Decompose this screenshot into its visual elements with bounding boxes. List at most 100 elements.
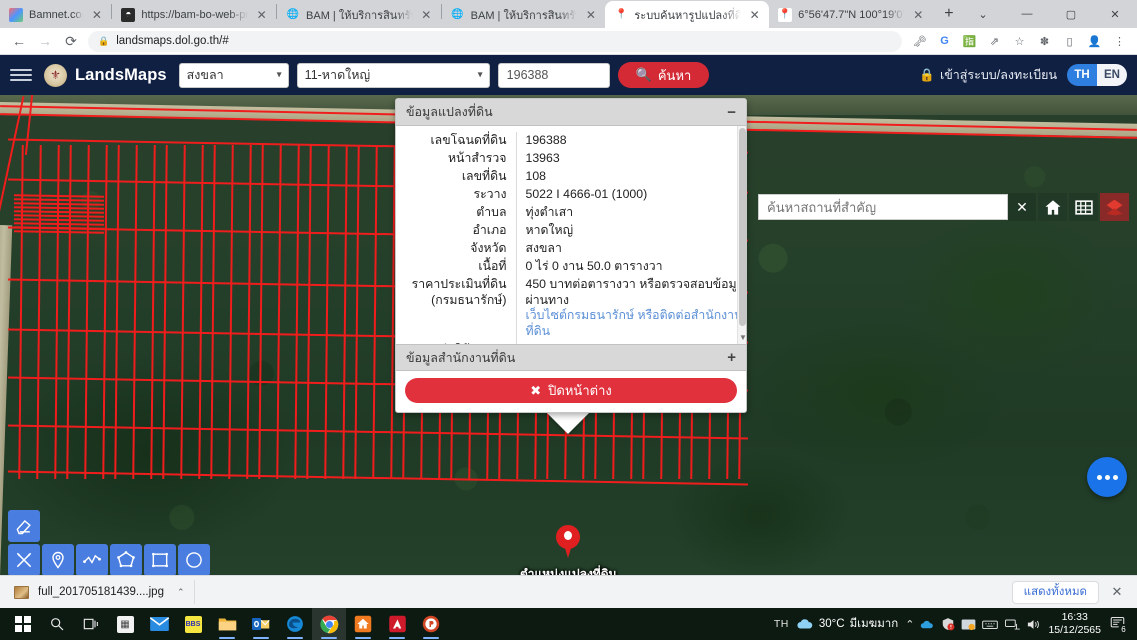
polyline-tool-button[interactable] xyxy=(76,544,108,575)
photo-tray-icon[interactable] xyxy=(961,618,976,631)
rectangle-tool-button[interactable] xyxy=(144,544,176,575)
download-item[interactable]: full_201705181439....jpg ⌃ xyxy=(10,580,195,604)
tab-close-icon[interactable]: ✕ xyxy=(254,7,269,22)
search-button[interactable]: 🔍 ค้นหา xyxy=(617,62,710,88)
scroll-down-icon[interactable]: ▼ xyxy=(739,333,746,342)
edge-icon xyxy=(287,616,303,632)
notification-center-button[interactable]: 6 xyxy=(1108,615,1129,635)
land-office-section-header[interactable]: ข้อมูลสำนักงานที่ดิน + xyxy=(396,344,746,371)
clock[interactable]: 16:33 15/12/2565 xyxy=(1048,611,1101,637)
mail-app-button[interactable] xyxy=(142,608,176,640)
collapse-icon[interactable]: − xyxy=(727,105,736,120)
hamburger-menu-icon[interactable] xyxy=(10,69,32,81)
parcel-info-section-header[interactable]: ข้อมูลแปลงที่ดิน − xyxy=(396,99,746,126)
province-select-wrapper[interactable]: สงขลา xyxy=(178,62,289,88)
home-app-button[interactable] xyxy=(346,608,380,640)
parcel-boundary-line xyxy=(13,198,105,202)
login-link[interactable]: 🔒 เข้าสู่ระบบ/ลงทะเบียน xyxy=(919,65,1057,85)
treasury-website-link[interactable]: เว็บไซต์กรมธนารักษ์ หรือติดต่อสำนักงานที… xyxy=(526,308,747,339)
province-select[interactable]: สงขลา xyxy=(178,62,289,88)
tab-close-icon[interactable]: ✕ xyxy=(911,7,926,22)
reload-icon[interactable]: ⟳ xyxy=(58,28,84,54)
chevron-up-icon[interactable]: ⌃ xyxy=(177,587,185,598)
clear-search-icon[interactable]: ✕ xyxy=(1008,193,1036,221)
password-key-icon[interactable]: 🗝 xyxy=(908,30,931,53)
maximize-button[interactable]: ▢ xyxy=(1049,0,1093,28)
new-tab-button[interactable]: + xyxy=(937,1,961,27)
browser-tab[interactable]: 📍 6°56'47.7"N 100°19'07.7"E ✕ xyxy=(769,1,933,28)
show-all-downloads-button[interactable]: แสดงทั้งหมด xyxy=(1011,580,1099,604)
extensions-icon[interactable]: ✽ xyxy=(1033,30,1056,53)
language-switch[interactable]: TH EN xyxy=(1067,64,1127,86)
browser-tab[interactable]: 🌐 BAM | ให้บริการสินทรัพย์ด้าน ✕ xyxy=(441,1,606,28)
minimize-button[interactable]: — xyxy=(1005,0,1049,28)
point-tool-button[interactable] xyxy=(42,544,74,575)
browser-tab[interactable]: Bamnet.com ✕ xyxy=(0,1,112,28)
price-label-line2: (กรมธนารักษ์) xyxy=(431,292,507,307)
browser-tab[interactable]: ◓ https://bam-bo-web-prd.b ✕ xyxy=(112,1,277,28)
bookmark-star-icon[interactable]: ☆ xyxy=(1008,30,1031,53)
chrome-app-button[interactable] xyxy=(312,608,346,640)
side-panel-icon[interactable]: ▯ xyxy=(1058,30,1081,53)
polygon-tool-button[interactable] xyxy=(110,544,142,575)
forward-icon[interactable]: → xyxy=(32,28,58,54)
browser-tab-active[interactable]: 📍 ระบบค้นหารูปแปลงที่ดิน (Lands ✕ xyxy=(605,1,770,28)
profile-icon[interactable]: 👤 xyxy=(1083,30,1106,53)
measure-tool-button[interactable] xyxy=(8,544,40,575)
home-extent-button[interactable] xyxy=(1038,193,1067,221)
share-icon[interactable]: ⇗ xyxy=(983,30,1006,53)
tab-list-icon[interactable]: ⌄ xyxy=(961,0,1005,28)
edge-app-button[interactable] xyxy=(278,608,312,640)
browser-menu-icon[interactable]: ⋮ xyxy=(1108,30,1131,53)
tab-close-icon[interactable]: ✕ xyxy=(583,7,598,22)
weather-widget[interactable]: 30°C มีเมฆมาก xyxy=(796,615,898,633)
powerpoint-icon xyxy=(422,615,440,633)
close-window-button[interactable]: ✕ xyxy=(1093,0,1137,28)
keyboard-icon[interactable] xyxy=(982,619,999,630)
search-button[interactable] xyxy=(40,608,74,640)
close-window-button[interactable]: ✖ ปิดหน้าต่าง xyxy=(405,378,737,403)
google-icon[interactable]: G xyxy=(933,30,956,53)
floating-action-button[interactable] xyxy=(1087,457,1127,497)
parcel-boundary-line xyxy=(132,145,138,479)
volume-icon[interactable] xyxy=(1026,618,1041,631)
acrobat-app-button[interactable] xyxy=(380,608,414,640)
file-explorer-button[interactable] xyxy=(210,608,244,640)
show-hidden-icons-chevron[interactable]: ⌃ xyxy=(905,618,914,631)
tab-close-icon[interactable]: ✕ xyxy=(419,7,434,22)
network-icon[interactable] xyxy=(1004,618,1021,631)
translate-icon[interactable]: 🈯 xyxy=(958,30,981,53)
district-select-wrapper[interactable]: 11-หาดใหญ่ xyxy=(296,62,490,88)
security-alert-icon[interactable] xyxy=(941,617,955,631)
place-search-input[interactable] xyxy=(758,194,1008,220)
panel-scrollbar[interactable]: ▼ xyxy=(737,126,746,344)
bbs-app-button[interactable]: BBS xyxy=(176,608,210,640)
onedrive-icon[interactable] xyxy=(920,619,935,630)
scrollbar-thumb[interactable] xyxy=(739,128,746,326)
expand-icon[interactable]: + xyxy=(727,350,736,365)
close-download-bar-icon[interactable]: ✕ xyxy=(1107,584,1127,600)
outlook-app-button[interactable] xyxy=(244,608,278,640)
powerpoint-app-button[interactable] xyxy=(414,608,448,640)
back-icon[interactable]: ← xyxy=(6,28,32,54)
store-app-button[interactable]: ▦ xyxy=(108,608,142,640)
task-view-button[interactable] xyxy=(74,608,108,640)
browser-tab[interactable]: 🌐 BAM | ให้บริการสินทรัพย์ด้าน ✕ xyxy=(277,1,441,28)
lang-en-button[interactable]: EN xyxy=(1097,64,1127,86)
start-button[interactable] xyxy=(6,608,40,640)
tab-close-icon[interactable]: ✕ xyxy=(89,7,104,22)
tab-close-icon[interactable]: ✕ xyxy=(747,7,762,22)
file-thumbnail-icon xyxy=(14,585,29,599)
circle-tool-button[interactable] xyxy=(178,544,210,575)
eraser-tool-button[interactable] xyxy=(8,510,40,542)
basemap-grid-button[interactable] xyxy=(1069,193,1098,221)
parcel-marker-label: ตำแหน่งแปลงที่ดิน xyxy=(520,567,617,575)
layers-button[interactable] xyxy=(1100,193,1129,221)
district-select[interactable]: 11-หาดใหญ่ xyxy=(296,62,490,88)
parcel-number-input[interactable] xyxy=(497,62,610,88)
input-language-indicator[interactable]: TH xyxy=(774,618,789,630)
lang-th-button[interactable]: TH xyxy=(1067,64,1097,86)
coordinate-link[interactable]: 6.94616596,100.32024598 xyxy=(516,341,746,344)
parcel-marker-icon[interactable] xyxy=(556,525,580,559)
address-bar[interactable]: 🔒 landsmaps.dol.go.th/# xyxy=(88,30,902,52)
